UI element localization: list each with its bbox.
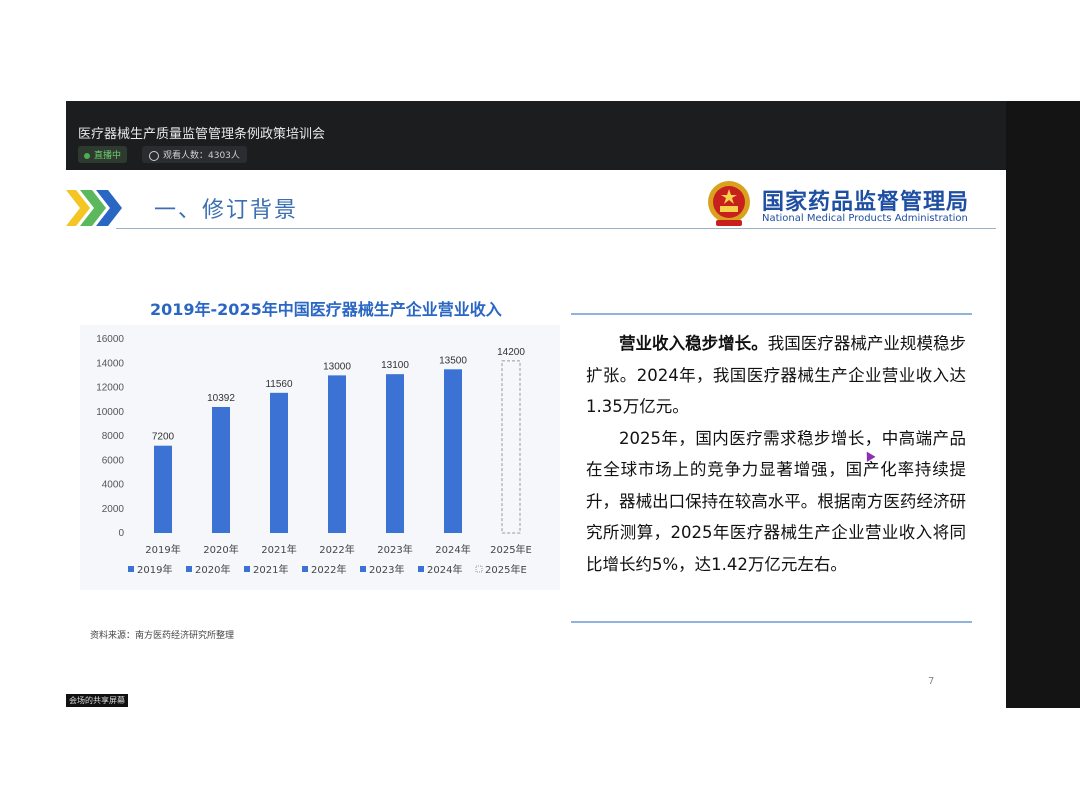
- bar-value-label: 13000: [323, 361, 351, 372]
- y-tick-label: 8000: [102, 431, 125, 442]
- bar-value-label: 13100: [381, 360, 409, 371]
- live-dot-icon: [84, 152, 90, 159]
- y-tick-label: 12000: [96, 383, 124, 394]
- page-number: 7: [928, 676, 935, 687]
- paragraph-lead: 营业收入稳步增长。: [619, 334, 768, 353]
- legend-swatch: [475, 565, 483, 573]
- x-tick-label: 2025年E: [490, 543, 532, 556]
- legend-swatch: [418, 566, 424, 572]
- bar-value-label: 7200: [152, 432, 175, 443]
- legend-swatch: [360, 566, 366, 572]
- source-note: 资料来源：南方医药经济研究所整理: [90, 631, 235, 641]
- legend-label: 2025年E: [485, 563, 527, 576]
- bar: [212, 406, 230, 533]
- bar-value-label: 11560: [265, 379, 293, 390]
- viewer-count-badge: 观看人数：4303人: [142, 146, 247, 163]
- paragraph-forecast: 2025年，国内医疗需求稳步增长，中高端产品在全球市场上的竞争力显著增强，国产化…: [586, 428, 966, 574]
- shared-slide: 一、修订背景 国家药品监督管理局 National Medical Produc…: [66, 170, 1006, 708]
- legend-swatch: [244, 566, 250, 572]
- agency-logo: 国家药品监督管理局 National Medical Products Admi…: [704, 178, 1004, 230]
- y-tick-label: 16000: [96, 334, 124, 345]
- y-tick-label: 0: [118, 528, 124, 539]
- x-tick-label: 2021年: [261, 543, 296, 556]
- x-tick-label: 2024年: [435, 543, 470, 556]
- legend-swatch: [128, 566, 134, 572]
- chevron-arrows-icon: [66, 190, 122, 226]
- legend-label: 2020年: [195, 563, 230, 576]
- bar: [444, 369, 462, 533]
- chart-title: 2019年-2025年中国医疗器械生产企业营业收入: [150, 300, 502, 319]
- meeting-topbar: 医疗器械生产质量监管管理条例政策培训会 直播中 观看人数：4303人: [66, 101, 1006, 170]
- y-tick-label: 10000: [96, 407, 124, 418]
- paragraph-revenue: 营业收入稳步增长。我国医疗器械产业规模稳步扩张。2024年，我国医疗器械生产企业…: [586, 328, 966, 423]
- y-tick-label: 14000: [96, 358, 124, 369]
- legend-label: 2023年: [369, 563, 404, 576]
- text-bottom-rule: [571, 621, 972, 623]
- legend-label: 2019年: [137, 563, 172, 576]
- agency-english-name: National Medical Products Administration: [762, 213, 968, 224]
- live-status-badge: 直播中: [78, 146, 128, 163]
- section-title: 一、修订背景: [154, 198, 299, 223]
- left-frame: [0, 101, 66, 708]
- bar: [328, 375, 346, 533]
- legend-label: 2021年: [253, 563, 288, 576]
- x-tick-label: 2020年: [203, 543, 238, 556]
- x-tick-label: 2022年: [319, 543, 354, 556]
- bar-value-label: 14200: [497, 347, 525, 358]
- bar: [501, 360, 521, 534]
- eye-icon: [149, 150, 159, 161]
- y-tick-label: 6000: [102, 455, 125, 466]
- revenue-bar-chart: 0 2000 4000 6000 8000 10000 12000 14000 16000 720…: [80, 325, 560, 590]
- meeting-title: 医疗器械生产质量监管管理条例政策培训会: [78, 127, 326, 142]
- legend-swatch: [186, 566, 192, 572]
- legend-swatch: [302, 566, 308, 572]
- bar: [270, 392, 288, 533]
- live-label: 直播中: [94, 151, 122, 161]
- bar: [386, 374, 404, 533]
- y-tick-label: 2000: [102, 504, 125, 515]
- right-frame: [1006, 101, 1080, 708]
- legend-label: 2022年: [311, 563, 346, 576]
- screen-share-label: 会场的共享屏幕: [66, 694, 128, 707]
- chart-svg: 0 2000 4000 6000 8000 10000 12000 14000 16000 720…: [96, 334, 532, 576]
- y-tick-label: 4000: [102, 480, 125, 491]
- text-top-rule: [571, 313, 972, 315]
- x-tick-label: 2019年: [145, 543, 180, 556]
- legend-label: 2024年: [427, 563, 462, 576]
- national-emblem-icon: [708, 181, 750, 226]
- bar-value-label: 10392: [207, 393, 235, 404]
- viewer-count: 观看人数：4303人: [163, 151, 240, 161]
- agency-name: 国家药品监督管理局: [762, 190, 970, 215]
- summary-text: 营业收入稳步增长。我国医疗器械产业规模稳步扩张。2024年，我国医疗器械生产企业…: [586, 328, 966, 580]
- x-tick-label: 2023年: [377, 543, 412, 556]
- bar-value-label: 13500: [439, 355, 467, 366]
- bar: [154, 445, 172, 533]
